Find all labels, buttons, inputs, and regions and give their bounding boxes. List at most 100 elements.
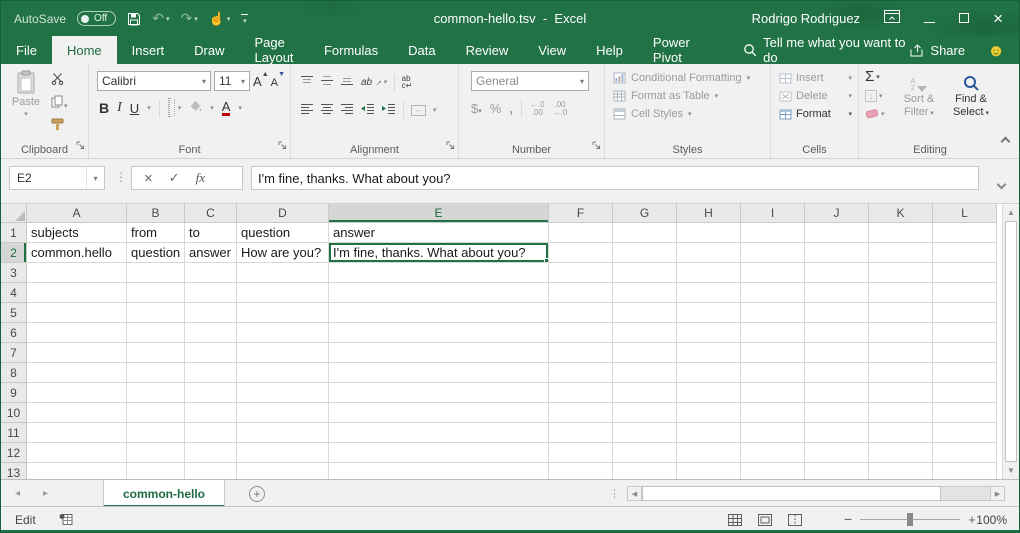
cell-B8[interactable]	[127, 363, 185, 383]
collapse-ribbon-button[interactable]	[1002, 132, 1009, 150]
enter-button[interactable]: ✓	[169, 170, 180, 186]
conditional-formatting-button[interactable]: Conditional Formatting▾	[613, 72, 770, 84]
cell-K10[interactable]	[869, 403, 933, 423]
macro-recording-button[interactable]	[59, 513, 73, 531]
cell-H5[interactable]	[677, 303, 741, 323]
cell-E6[interactable]	[329, 323, 549, 343]
cell-E5[interactable]	[329, 303, 549, 323]
cell-C7[interactable]	[185, 343, 237, 363]
undo-dropdown-icon[interactable]: ▾	[166, 15, 170, 23]
copy-dropdown-icon[interactable]: ▾	[64, 103, 68, 110]
tab-insert[interactable]: Insert	[117, 36, 180, 64]
cell-G11[interactable]	[613, 423, 677, 443]
column-header-G[interactable]: G	[613, 204, 677, 223]
fill-button[interactable]: ↓▾	[865, 90, 893, 102]
tell-me-box[interactable]: Tell me what you want to do	[743, 36, 909, 64]
cell-D1[interactable]: question	[237, 223, 329, 243]
cell-J9[interactable]	[805, 383, 869, 403]
sheet-tab[interactable]: common-hello	[103, 480, 225, 507]
fill-handle[interactable]	[544, 258, 549, 263]
fill-color-dropdown-icon[interactable]: ▾	[210, 104, 214, 112]
zoom-slider[interactable]	[860, 519, 960, 520]
column-header-B[interactable]: B	[127, 204, 185, 223]
cell-J2[interactable]	[805, 243, 869, 263]
cell-A3[interactable]	[27, 263, 127, 283]
cell-J7[interactable]	[805, 343, 869, 363]
zoom-in-button[interactable]: +	[968, 513, 976, 526]
cell-H12[interactable]	[677, 443, 741, 463]
page-layout-view-button[interactable]	[758, 513, 772, 531]
comma-format-button[interactable]: ,	[509, 101, 513, 116]
cell-E9[interactable]	[329, 383, 549, 403]
cell-B1[interactable]: from	[127, 223, 185, 243]
cell-A11[interactable]	[27, 423, 127, 443]
cell-H2[interactable]	[677, 243, 741, 263]
cell-L9[interactable]	[933, 383, 997, 403]
previous-sheet-button[interactable]: ◂	[15, 480, 20, 507]
cell-K1[interactable]	[869, 223, 933, 243]
tab-data[interactable]: Data	[393, 36, 450, 64]
scroll-left-icon[interactable]: ◀	[627, 486, 642, 501]
cell-K2[interactable]	[869, 243, 933, 263]
orientation-button[interactable]: ab→▾	[361, 77, 387, 88]
cell-G2[interactable]	[613, 243, 677, 263]
align-bottom-button[interactable]	[341, 73, 354, 91]
cell-G8[interactable]	[613, 363, 677, 383]
align-middle-button[interactable]	[321, 73, 334, 91]
share-button[interactable]: Share	[909, 36, 965, 64]
cell-F3[interactable]	[549, 263, 613, 283]
wrap-text-button[interactable]: abc↵	[402, 75, 413, 89]
cell-F1[interactable]	[549, 223, 613, 243]
cell-styles-button[interactable]: Cell Styles▾	[613, 108, 770, 120]
cell-B6[interactable]	[127, 323, 185, 343]
cell-J1[interactable]	[805, 223, 869, 243]
cell-E11[interactable]	[329, 423, 549, 443]
cell-I4[interactable]	[741, 283, 805, 303]
cell-F12[interactable]	[549, 443, 613, 463]
name-box[interactable]: E2 ▾	[9, 166, 105, 190]
tab-view[interactable]: View	[523, 36, 581, 64]
font-color-button[interactable]: A	[222, 101, 231, 116]
cell-D2[interactable]: How are you?	[237, 243, 329, 263]
cell-G10[interactable]	[613, 403, 677, 423]
clear-button[interactable]: ▾	[865, 108, 893, 119]
cell-G7[interactable]	[613, 343, 677, 363]
cell-I5[interactable]	[741, 303, 805, 323]
cell-F7[interactable]	[549, 343, 613, 363]
underline-dropdown-icon[interactable]: ▾	[147, 104, 151, 112]
cell-C12[interactable]	[185, 443, 237, 463]
cell-E7[interactable]	[329, 343, 549, 363]
horizontal-scroll-track[interactable]	[642, 486, 990, 501]
cell-F4[interactable]	[549, 283, 613, 303]
align-right-button[interactable]	[341, 101, 354, 119]
zoom-slider-thumb[interactable]	[907, 513, 913, 526]
cell-K4[interactable]	[869, 283, 933, 303]
cell-G1[interactable]	[613, 223, 677, 243]
format-cells-button[interactable]: Format▾	[779, 108, 858, 120]
cell-C8[interactable]	[185, 363, 237, 383]
cell-E8[interactable]	[329, 363, 549, 383]
cell-K12[interactable]	[869, 443, 933, 463]
maximize-button[interactable]	[959, 10, 969, 28]
row-header-12[interactable]: 12	[1, 443, 27, 463]
cell-B5[interactable]	[127, 303, 185, 323]
cell-B9[interactable]	[127, 383, 185, 403]
cell-L4[interactable]	[933, 283, 997, 303]
cell-J6[interactable]	[805, 323, 869, 343]
zoom-out-button[interactable]: −	[844, 512, 852, 526]
delete-cells-button[interactable]: Delete▾	[779, 90, 858, 102]
cell-C3[interactable]	[185, 263, 237, 283]
cell-I9[interactable]	[741, 383, 805, 403]
cell-A6[interactable]	[27, 323, 127, 343]
cell-I8[interactable]	[741, 363, 805, 383]
cell-F8[interactable]	[549, 363, 613, 383]
horizontal-scroll-thumb[interactable]	[642, 486, 941, 501]
touch-mode-button[interactable]: ☝▾	[209, 11, 231, 27]
minimize-button[interactable]	[924, 10, 935, 28]
cell-D9[interactable]	[237, 383, 329, 403]
alignment-dialog-launcher[interactable]	[446, 137, 455, 155]
row-header-5[interactable]: 5	[1, 303, 27, 323]
cell-A4[interactable]	[27, 283, 127, 303]
cell-A12[interactable]	[27, 443, 127, 463]
cell-I6[interactable]	[741, 323, 805, 343]
